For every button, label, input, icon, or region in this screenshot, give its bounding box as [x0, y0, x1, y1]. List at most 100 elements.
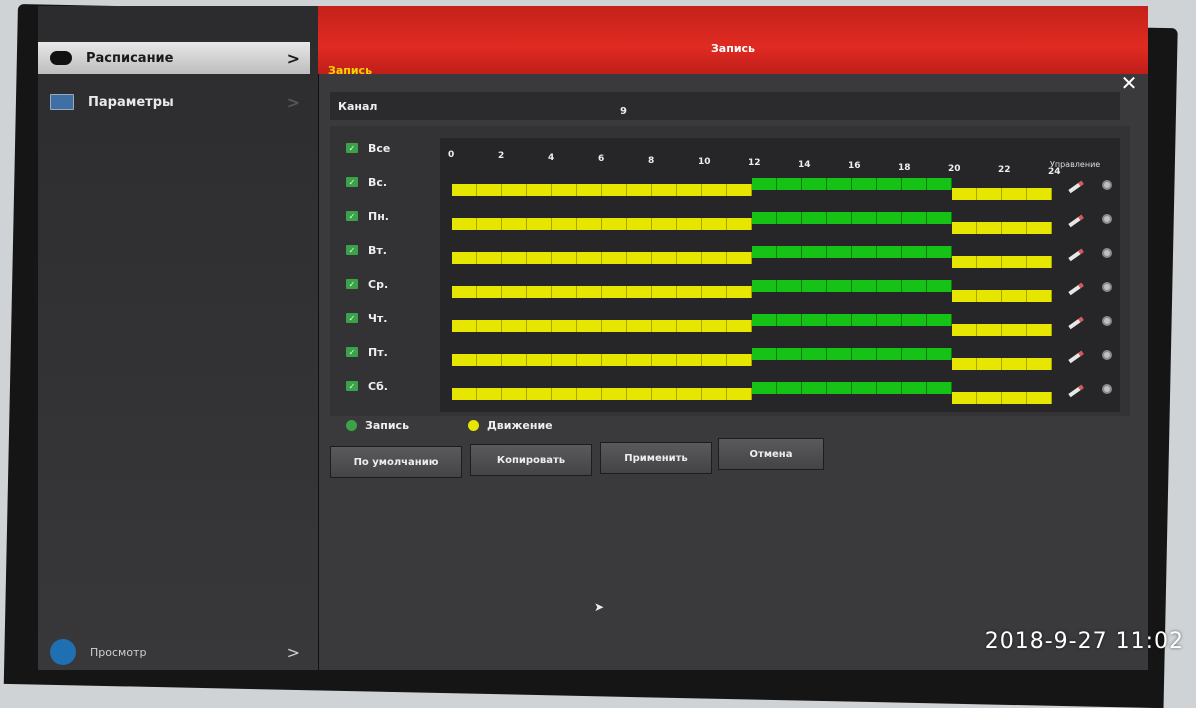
sidebar-item-label: Просмотр — [90, 645, 147, 659]
select-all-checkbox[interactable]: ✓ Все — [346, 140, 426, 156]
title-bar: Запись ✕ — [318, 6, 1148, 94]
cancel-button[interactable]: Отмена — [718, 438, 824, 470]
record-segment[interactable] — [952, 324, 1052, 336]
edit-icon[interactable] — [1068, 316, 1084, 330]
hour-label: 8 — [648, 155, 655, 166]
view-icon[interactable] — [1102, 384, 1112, 394]
channel-selector[interactable]: Канал 9 — [330, 92, 1120, 120]
day-label: Вт. — [368, 243, 387, 257]
breadcrumb: Запись — [328, 64, 373, 77]
checkbox-checked-icon: ✓ — [346, 143, 358, 153]
view-icon[interactable] — [1102, 282, 1112, 292]
sidebar-item-schedule[interactable]: Расписание > — [38, 42, 310, 74]
motion-segment[interactable] — [752, 212, 952, 224]
motion-segment[interactable] — [752, 280, 952, 292]
hour-label: 12 — [748, 158, 761, 169]
edit-icon[interactable] — [1068, 214, 1084, 228]
day-checkbox[interactable]: ✓ Чт. — [346, 310, 426, 326]
legend-record: Запись — [346, 419, 409, 432]
checkbox-checked-icon: ✓ — [346, 245, 358, 255]
day-timeline[interactable] — [452, 348, 1052, 384]
checkbox-checked-icon: ✓ — [346, 279, 358, 289]
copy-button[interactable]: Копировать — [470, 444, 592, 476]
day-timeline[interactable] — [452, 178, 1052, 214]
hour-label: 16 — [848, 161, 861, 172]
row-actions — [1068, 214, 1118, 228]
edit-icon[interactable] — [1068, 384, 1084, 398]
row-actions — [1068, 316, 1118, 330]
select-all-label: Все — [368, 141, 391, 155]
schedule-panel: Управление 0 2 4 6 8 10 12 14 16 18 20 22 24 ✓ Все ✓… — [330, 126, 1130, 416]
sidebar-item-view[interactable]: Просмотр > — [38, 636, 310, 668]
record-segment[interactable] — [952, 290, 1052, 302]
motion-segment[interactable] — [752, 246, 952, 258]
day-checkbox[interactable]: ✓ Сб. — [346, 378, 426, 394]
day-label: Пт. — [368, 345, 388, 359]
row-actions — [1068, 384, 1118, 398]
hour-label: 0 — [448, 150, 455, 160]
photo-timestamp: 2018-9-27 11:02 — [984, 629, 1184, 654]
hour-label: 18 — [898, 162, 911, 173]
hour-label: 24 — [1048, 166, 1061, 177]
sidebar: Расписание > Параметры > Просмотр > — [38, 6, 319, 670]
legend-record-label: Запись — [365, 419, 410, 432]
checkbox-checked-icon: ✓ — [346, 177, 358, 187]
chevron-right-icon: > — [286, 48, 300, 68]
record-segment[interactable] — [452, 388, 752, 400]
mouse-cursor-icon: ➤ — [594, 600, 605, 614]
record-segment[interactable] — [452, 184, 752, 196]
row-actions — [1068, 248, 1118, 262]
record-segment[interactable] — [952, 392, 1052, 404]
day-label: Вс. — [368, 175, 388, 189]
hour-label: 14 — [798, 159, 811, 170]
record-segment[interactable] — [452, 354, 752, 366]
close-icon[interactable]: ✕ — [1118, 72, 1140, 94]
day-timeline[interactable] — [452, 382, 1052, 418]
parameters-icon — [50, 94, 74, 110]
day-checkbox[interactable]: ✓ Ср. — [346, 276, 426, 292]
edit-icon[interactable] — [1068, 350, 1084, 364]
record-dot-icon — [346, 420, 357, 431]
motion-segment[interactable] — [752, 314, 952, 326]
checkbox-checked-icon: ✓ — [346, 381, 358, 391]
legend-motion-label: Движение — [487, 419, 553, 432]
motion-segment[interactable] — [752, 178, 952, 190]
edit-icon[interactable] — [1068, 180, 1084, 194]
view-icon[interactable] — [1102, 214, 1112, 224]
record-segment[interactable] — [452, 320, 752, 332]
record-segment[interactable] — [452, 252, 752, 264]
day-checkbox[interactable]: ✓ Вс. — [346, 174, 426, 190]
row-actions — [1068, 282, 1118, 296]
record-segment[interactable] — [952, 358, 1052, 370]
record-segment[interactable] — [952, 256, 1052, 268]
day-checkbox[interactable]: ✓ Пн. — [346, 208, 426, 224]
edit-icon[interactable] — [1068, 282, 1084, 296]
hour-label: 10 — [698, 157, 711, 167]
record-segment[interactable] — [952, 188, 1052, 200]
motion-segment[interactable] — [752, 382, 952, 394]
day-timeline[interactable] — [452, 314, 1052, 350]
day-timeline[interactable] — [452, 280, 1052, 316]
motion-segment[interactable] — [752, 348, 952, 360]
hour-label: 4 — [548, 152, 555, 163]
record-segment[interactable] — [452, 286, 752, 298]
view-icon[interactable] — [1102, 350, 1112, 360]
record-segment[interactable] — [452, 218, 752, 230]
view-icon[interactable] — [1102, 248, 1112, 258]
chevron-right-icon: > — [286, 642, 300, 662]
checkbox-checked-icon: ✓ — [346, 313, 358, 323]
view-icon[interactable] — [1102, 180, 1112, 190]
edit-icon[interactable] — [1068, 248, 1084, 262]
default-button[interactable]: По умолчанию — [330, 446, 462, 478]
view-icon[interactable] — [1102, 316, 1112, 326]
day-checkbox[interactable]: ✓ Пт. — [346, 344, 426, 360]
day-timeline[interactable] — [452, 246, 1052, 282]
sidebar-item-parameters[interactable]: Параметры > — [38, 86, 310, 118]
row-actions — [1068, 180, 1118, 194]
day-label: Чт. — [368, 311, 388, 325]
day-timeline[interactable] — [452, 212, 1052, 248]
record-segment[interactable] — [952, 222, 1052, 234]
day-checkbox[interactable]: ✓ Вт. — [346, 242, 426, 258]
apply-button[interactable]: Применить — [600, 442, 712, 474]
schedule-icon — [50, 51, 72, 65]
